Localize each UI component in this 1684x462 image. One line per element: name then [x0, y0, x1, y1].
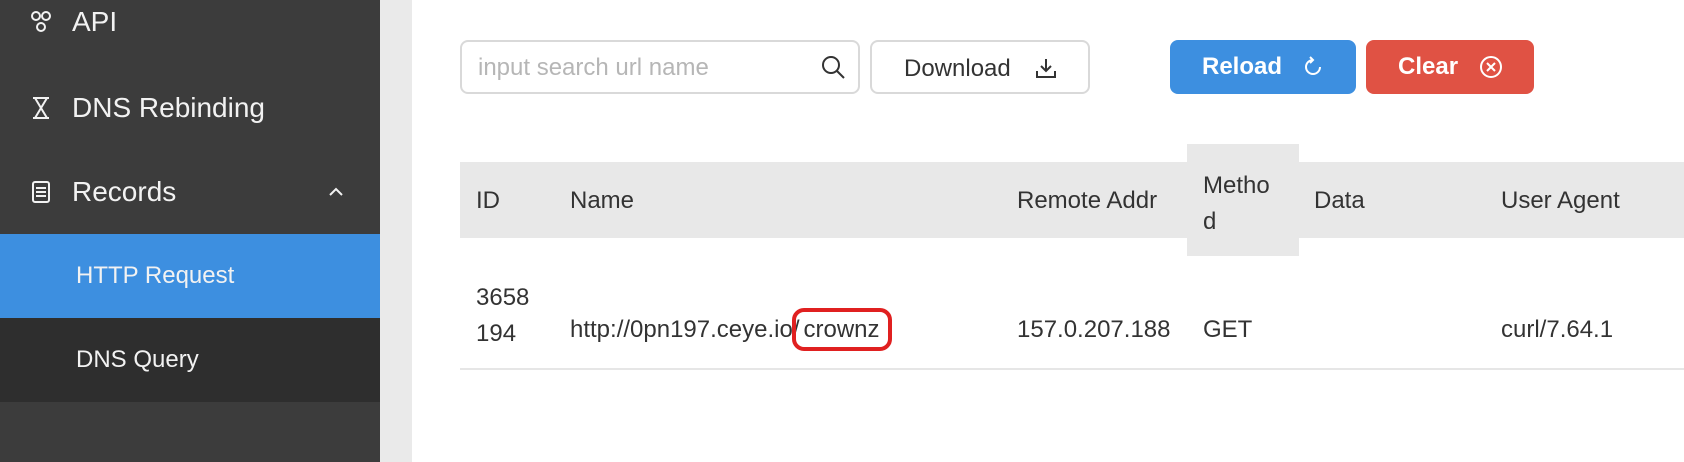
- sidebar-item-label: HTTP Request: [76, 262, 235, 289]
- cell-remote-addr: 157.0.207.188: [1017, 316, 1171, 343]
- column-header-method[interactable]: Method: [1203, 168, 1283, 240]
- cell-method: GET: [1203, 316, 1253, 343]
- sidebar-item-dns-query[interactable]: DNS Query: [0, 318, 380, 402]
- sidebar-item-http-request[interactable]: HTTP Request: [0, 234, 380, 318]
- search-input[interactable]: [476, 42, 810, 94]
- sidebar-item-label: API: [72, 6, 118, 37]
- download-button-label: Download: [904, 55, 1011, 82]
- cell-name: http://0pn197.ceye.io/crownz: [570, 308, 892, 351]
- download-icon: [1034, 56, 1058, 80]
- sidebar-item-label: Records: [72, 176, 177, 207]
- records-icon: [28, 179, 54, 205]
- name-highlight: crownz: [791, 308, 892, 351]
- column-header-user-agent[interactable]: User Agent: [1501, 187, 1620, 215]
- column-header-remote-addr[interactable]: Remote Addr: [1017, 187, 1157, 215]
- table-row-divider: [460, 368, 1684, 370]
- clear-button-label: Clear: [1398, 53, 1459, 80]
- sidebar-item-dns-rebinding[interactable]: DNS Rebinding: [0, 80, 380, 136]
- sidebar-item-label: DNS Query: [76, 346, 199, 373]
- sidebar: API DNS Rebinding Records HTTP Request D…: [0, 0, 380, 462]
- sidebar-divider: [380, 0, 412, 462]
- clear-button[interactable]: Clear: [1366, 40, 1534, 94]
- name-prefix: http://0pn197.ceye.io/: [570, 316, 800, 343]
- column-header-data[interactable]: Data: [1314, 187, 1365, 215]
- search-box: [460, 40, 860, 94]
- close-circle-icon: [1478, 54, 1504, 80]
- sidebar-item-api[interactable]: API: [0, 0, 380, 50]
- api-icon: [28, 10, 54, 36]
- cell-user-agent: curl/7.64.1: [1501, 316, 1614, 343]
- chevron-up-icon: [326, 182, 346, 202]
- records-submenu: HTTP Request DNS Query: [0, 234, 380, 402]
- cell-id: 3658194: [476, 284, 530, 347]
- column-header-name[interactable]: Name: [570, 187, 634, 215]
- sidebar-item-label: DNS Rebinding: [72, 92, 265, 123]
- download-button[interactable]: Download: [870, 40, 1090, 94]
- reload-icon: [1300, 54, 1326, 80]
- reload-button-label: Reload: [1202, 53, 1283, 80]
- hourglass-icon: [28, 95, 54, 121]
- search-icon[interactable]: [820, 54, 846, 80]
- sidebar-item-records[interactable]: Records: [0, 164, 380, 220]
- column-header-id[interactable]: ID: [476, 187, 500, 215]
- reload-button[interactable]: Reload: [1170, 40, 1356, 94]
